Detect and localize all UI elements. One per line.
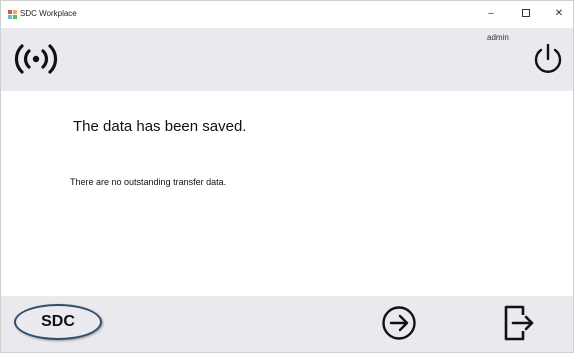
sdc-button[interactable]: SDC (14, 304, 102, 340)
maximize-button[interactable] (512, 5, 540, 23)
transfer-status-message: There are no outstanding transfer data. (70, 177, 227, 187)
arrow-right-circle-icon[interactable] (381, 305, 417, 341)
minimize-icon: – (488, 8, 494, 19)
close-icon: ✕ (554, 8, 564, 19)
header-bar: admin (1, 28, 573, 91)
save-confirmation-message: The data has been saved. (73, 118, 247, 135)
app-icon (8, 10, 17, 19)
close-button[interactable]: ✕ (545, 5, 573, 23)
minimize-button[interactable]: – (477, 5, 505, 23)
window-title: SDC Workplace (20, 9, 77, 18)
wireless-signal-icon[interactable] (11, 42, 61, 76)
user-label: admin (487, 33, 509, 42)
exit-icon[interactable] (501, 303, 537, 343)
app-window: SDC Workplace – ✕ admin The data has bee… (0, 0, 574, 353)
sdc-button-label: SDC (41, 313, 75, 330)
footer-bar: SDC (1, 296, 573, 352)
title-bar[interactable]: SDC Workplace – ✕ (1, 1, 573, 28)
maximize-icon (522, 9, 530, 18)
power-icon[interactable] (530, 41, 566, 77)
message-panel: The data has been saved. There are no ou… (1, 91, 573, 296)
